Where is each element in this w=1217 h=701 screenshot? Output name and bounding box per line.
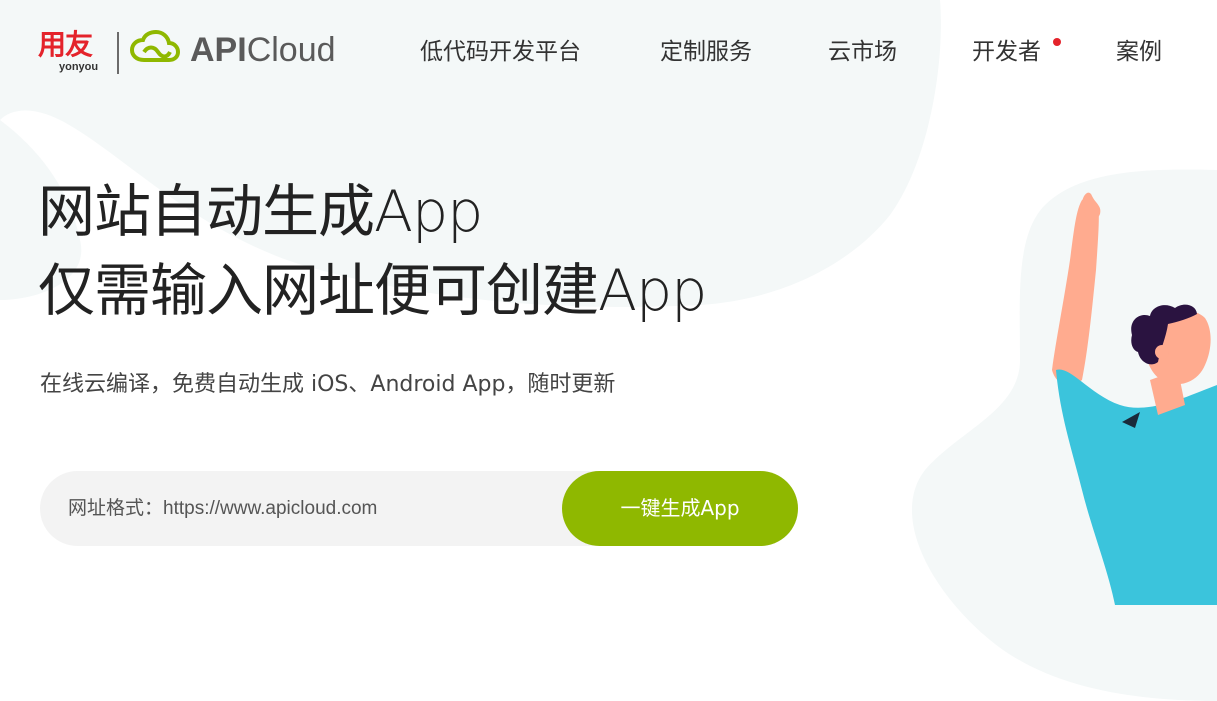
page: 用友 yonyou APICloud 低代码开发平台 定制服务 云市场 开发者 … <box>0 0 1217 701</box>
shirt <box>1056 369 1217 605</box>
hero-title-line1: 网站自动生成App <box>38 179 483 245</box>
raised-arm <box>1052 197 1099 386</box>
notification-dot <box>1053 38 1061 46</box>
ear <box>1155 345 1169 359</box>
yonyou-logo-cn: 用友 <box>38 28 93 61</box>
nav-developer[interactable]: 开发者 <box>972 34 1041 70</box>
person-illustration <box>1052 192 1217 605</box>
cloud-icon <box>130 30 180 62</box>
nav-cases[interactable]: 案例 <box>1116 34 1162 70</box>
logo-divider <box>117 32 119 74</box>
yonyou-logo: 用友 yonyou <box>38 28 108 76</box>
apicloud-wordmark: APICloud <box>190 31 336 69</box>
nav-low-code-platform[interactable]: 低代码开发平台 <box>420 34 581 70</box>
nav-cloud-market[interactable]: 云市场 <box>828 34 897 70</box>
nav-custom-service[interactable]: 定制服务 <box>660 34 752 70</box>
generate-app-button[interactable]: 一键生成App <box>562 471 798 546</box>
url-input-bar: 一键生成App <box>40 471 798 546</box>
hero-subtitle: 在线云编译，免费自动生成 iOS、Android App，随时更新 <box>40 372 616 397</box>
header: 用友 yonyou APICloud 低代码开发平台 定制服务 云市场 开发者 … <box>0 0 1217 100</box>
site-logo[interactable]: 用友 yonyou APICloud <box>38 28 338 78</box>
url-input[interactable] <box>68 471 558 546</box>
hero-title-line2: 仅需输入网址便可创建App <box>38 258 707 324</box>
yonyou-logo-en: yonyou <box>59 61 99 73</box>
